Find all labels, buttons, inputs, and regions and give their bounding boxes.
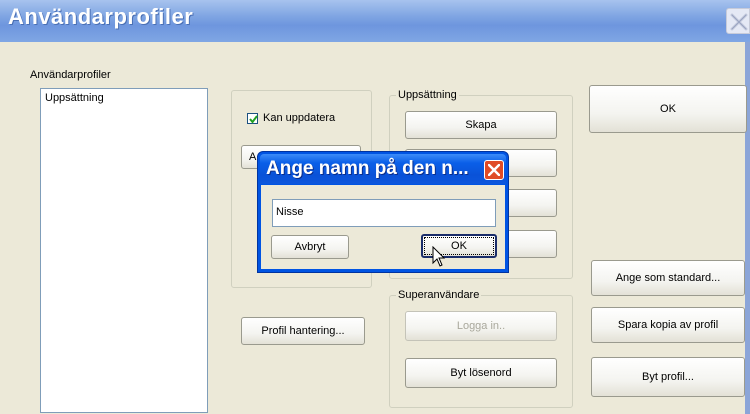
login-button[interactable]: Logga in.. (405, 311, 557, 341)
ok-button[interactable]: OK (589, 85, 747, 133)
window-close-button[interactable] (726, 8, 750, 34)
create-button[interactable]: Skapa (405, 111, 557, 139)
superuser-group-label: Superanvändare (396, 289, 482, 301)
profiles-label: Användarprofiler (30, 69, 111, 81)
window-title: Användarprofiler (8, 4, 194, 29)
change-profile-button[interactable]: Byt profil... (591, 357, 745, 397)
dialog-title: Ange namn på den n... (266, 158, 469, 179)
dialog-body: Nisse Avbryt OK (261, 185, 505, 269)
setup-group-label: Uppsättning (396, 89, 459, 101)
dialog-title-bar[interactable]: Ange namn på den n... (260, 154, 506, 184)
profile-list[interactable]: Uppsättning (40, 88, 208, 413)
title-bar[interactable]: Användarprofiler (0, 0, 750, 42)
set-default-button[interactable]: Ange som standard... (591, 260, 745, 296)
dialog-cancel-button[interactable]: Avbryt (271, 235, 349, 259)
checkmark-icon (249, 115, 258, 124)
can-update-label: Kan uppdatera (263, 112, 336, 124)
name-dialog: Ange namn på den n... Nisse Avbryt OK (257, 151, 509, 273)
save-copy-button[interactable]: Spara kopia av profil (591, 307, 745, 343)
mouse-cursor-icon (432, 245, 446, 271)
close-icon (488, 164, 500, 176)
change-password-button[interactable]: Byt lösenord (405, 358, 557, 388)
list-item[interactable]: Uppsättning (45, 92, 104, 104)
dialog-close-button[interactable] (484, 160, 504, 180)
profile-manage-button[interactable]: Profil hantering... (241, 317, 365, 345)
close-icon (730, 13, 748, 31)
can-update-checkbox[interactable] (247, 113, 258, 124)
name-input[interactable]: Nisse (272, 199, 496, 227)
